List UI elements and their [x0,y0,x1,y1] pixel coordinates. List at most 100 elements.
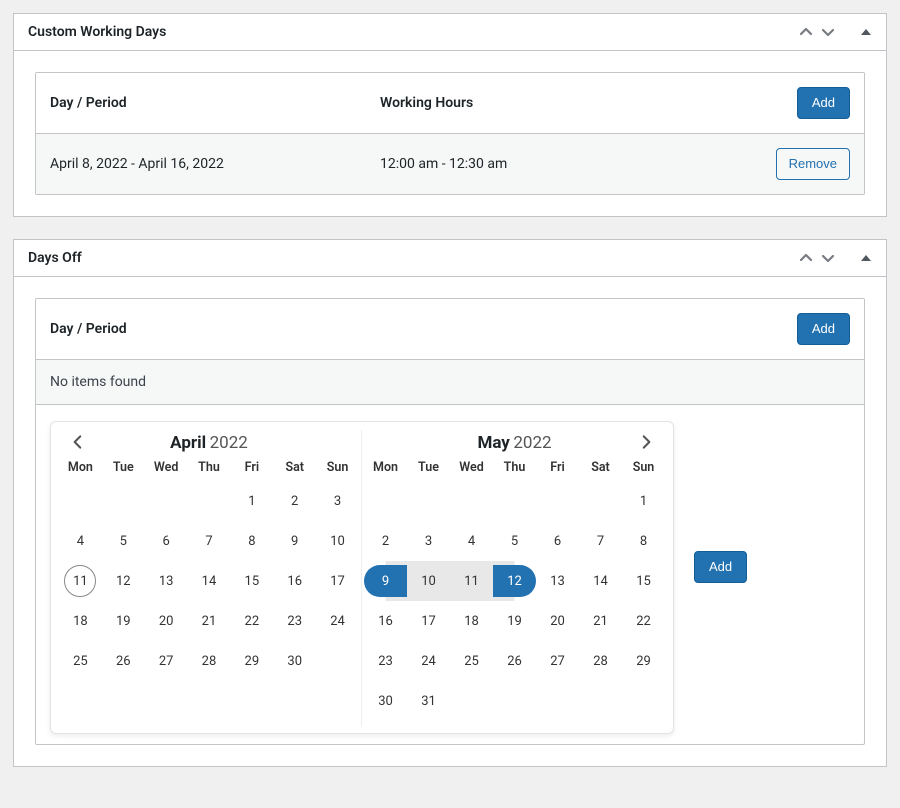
calendar-day[interactable]: 27 [536,641,579,681]
days-off-header: Days Off [14,240,886,277]
weekday-label: Thu [493,460,536,475]
calendar-day[interactable]: 22 [230,601,273,641]
calendar-day[interactable]: 5 [102,521,145,561]
calendar-day-empty [102,481,145,521]
chevron-down-icon[interactable] [820,250,836,266]
calendar-day[interactable]: 7 [579,521,622,561]
calendar-day[interactable]: 30 [364,681,407,721]
weekdays-row: MonTueWedThuFriSatSun [59,456,359,481]
calendar-day[interactable]: 12 [493,561,536,601]
calendar-day[interactable]: 13 [145,561,188,601]
col-day-header: Day / Period [50,321,730,337]
calendar-day[interactable]: 7 [188,521,231,561]
calendar-day[interactable]: 11 [450,561,493,601]
calendar-day[interactable]: 30 [273,641,316,681]
calendar-day[interactable]: 2 [364,521,407,561]
days-grid-right: 1234567891011121314151617181920212223242… [364,481,665,721]
calendar-prev-icon[interactable] [69,433,87,451]
weekday-label: Mon [364,460,407,475]
calendar-day[interactable]: 12 [102,561,145,601]
month-title-left: April 2022 [170,433,248,453]
calendar-day[interactable]: 23 [273,601,316,641]
calendar-day[interactable]: 26 [102,641,145,681]
calendar-day[interactable]: 11 [59,561,102,601]
calendar-day[interactable]: 19 [493,601,536,641]
calendar-day[interactable]: 8 [622,521,665,561]
calendar-day[interactable]: 10 [407,561,450,601]
calendar-day[interactable]: 18 [59,601,102,641]
calendar-day[interactable]: 25 [59,641,102,681]
month-header-left: April 2022 [59,430,359,456]
table-row: April 8, 2022 - April 16, 2022 12:00 am … [36,133,864,194]
calendar-day[interactable]: 28 [188,641,231,681]
calendar-day[interactable]: 14 [188,561,231,601]
chevron-up-icon[interactable] [798,24,814,40]
calendar-day[interactable]: 14 [579,561,622,601]
calendar-day[interactable]: 1 [622,481,665,521]
calendar-day[interactable]: 23 [364,641,407,681]
calendar-day[interactable]: 4 [450,521,493,561]
calendar-day[interactable]: 6 [536,521,579,561]
col-action-header: Add [730,313,850,345]
calendar-day-empty [364,481,407,521]
calendar-day[interactable]: 2 [273,481,316,521]
calendar-day[interactable]: 22 [622,601,665,641]
triangle-up-icon[interactable] [860,26,872,38]
panel-controls [798,250,872,266]
calendar-day-empty [536,481,579,521]
calendar-day[interactable]: 24 [316,601,359,641]
calendar-day[interactable]: 15 [622,561,665,601]
calendar-day[interactable]: 18 [450,601,493,641]
month-header-right: May 2022 [364,430,665,456]
days-grid-left: 1234567891011121314151617181920212223242… [59,481,359,681]
calendar-day-empty [450,481,493,521]
calendar-day[interactable]: 4 [59,521,102,561]
calendar-day[interactable]: 25 [450,641,493,681]
calendar-day[interactable]: 3 [407,521,450,561]
calendar-day[interactable]: 6 [145,521,188,561]
calendar-day[interactable]: 24 [407,641,450,681]
calendar-day[interactable]: 26 [493,641,536,681]
calendar-day[interactable]: 19 [102,601,145,641]
calendar-day[interactable]: 15 [230,561,273,601]
calendar-day[interactable]: 5 [493,521,536,561]
calendar-day[interactable]: 20 [145,601,188,641]
calendar-day[interactable]: 29 [230,641,273,681]
calendar-day[interactable]: 28 [579,641,622,681]
calendar-container: April 2022 MonTueWedThuFriSatSun 1234567… [36,404,864,744]
calendar-day-empty [145,481,188,521]
calendar-day[interactable]: 20 [536,601,579,641]
calendar-day[interactable]: 31 [407,681,450,721]
calendar-day[interactable]: 16 [364,601,407,641]
calendar-day[interactable]: 16 [273,561,316,601]
calendar-day[interactable]: 21 [188,601,231,641]
calendar-day[interactable]: 3 [316,481,359,521]
no-items-row: No items found [36,359,864,404]
calendar-day[interactable]: 29 [622,641,665,681]
chevron-down-icon[interactable] [820,24,836,40]
calendar-day[interactable]: 9 [364,561,407,601]
weekday-label: Sun [622,460,665,475]
calendar-add-button[interactable]: Add [694,551,747,583]
calendar-day[interactable]: 1 [230,481,273,521]
calendar-day-empty [493,481,536,521]
days-off-table: Day / Period Add No items found Apr [35,298,865,745]
add-button[interactable]: Add [797,313,850,345]
row-working-hours: 12:00 am - 12:30 am [380,156,730,172]
calendar-day[interactable]: 13 [536,561,579,601]
calendar-day[interactable]: 17 [407,601,450,641]
calendar-day[interactable]: 27 [145,641,188,681]
calendar-day[interactable]: 9 [273,521,316,561]
triangle-up-icon[interactable] [860,252,872,264]
calendar-day[interactable]: 21 [579,601,622,641]
weekday-label: Sun [316,460,359,475]
remove-button[interactable]: Remove [776,148,850,180]
add-button[interactable]: Add [797,87,850,119]
calendar-day[interactable]: 17 [316,561,359,601]
chevron-up-icon[interactable] [798,250,814,266]
custom-working-days-panel: Custom Working Days Day / Period Working… [13,13,887,217]
custom-working-days-header: Custom Working Days [14,14,886,51]
calendar-day[interactable]: 10 [316,521,359,561]
calendar-day[interactable]: 8 [230,521,273,561]
calendar-next-icon[interactable] [637,433,655,451]
